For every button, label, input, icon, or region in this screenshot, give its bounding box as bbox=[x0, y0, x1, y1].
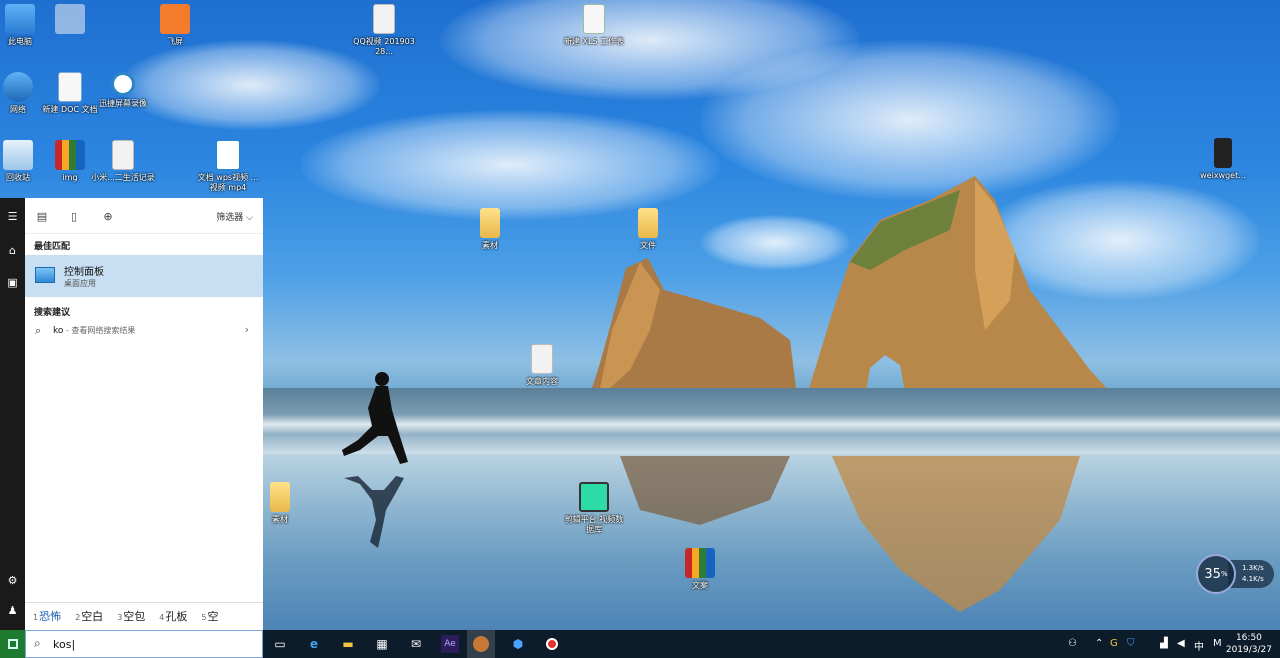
file-icon bbox=[373, 4, 395, 34]
cpu-usage-gauge: 35% bbox=[1196, 554, 1236, 594]
text-file-icon bbox=[112, 140, 134, 170]
network-icon bbox=[3, 72, 33, 102]
spreadsheet-file-icon bbox=[583, 4, 605, 34]
file-icon bbox=[1214, 138, 1232, 168]
desktop-icon-qq-video[interactable]: QQ视频 20190328... bbox=[352, 4, 416, 57]
web-search-suggestion[interactable]: ⌕ ko - 查看网络搜索结果 › bbox=[25, 320, 263, 342]
home-icon[interactable]: ⌂ bbox=[4, 242, 21, 259]
clock-date: 2019/3/27 bbox=[1225, 645, 1272, 655]
taskbar: ⌕ kos| ▭ e ▬ ▦ ✉ Ae ⬢ ⚇ ⌃ G ⛉ ▟ ◀ 中 M 16… bbox=[0, 630, 1280, 658]
taskbar-search-box[interactable]: ⌕ kos| bbox=[25, 630, 263, 658]
record-icon[interactable] bbox=[543, 635, 561, 653]
ime-candidate[interactable]: 1恐怖 bbox=[33, 608, 61, 624]
ime-candidate[interactable]: 4孔板 bbox=[159, 608, 187, 624]
desktop-icon-video-file[interactable]: 文档 wps视频 ...视频 mp4 bbox=[196, 140, 260, 193]
control-panel-icon bbox=[35, 267, 55, 283]
suggestions-heading: 搜索建议 bbox=[34, 308, 71, 318]
search-input-value[interactable]: kos| bbox=[53, 638, 75, 651]
search-results-panel: ▤ ▯ ⊕ 筛选器 ⌵ 最佳匹配 控制面板 桌面应用 搜索建议 ⌕ ko - 查… bbox=[25, 198, 263, 630]
desktop-icon-files[interactable]: 文件 bbox=[616, 208, 680, 251]
desktop-icon-copywriting[interactable]: 文案 bbox=[668, 548, 732, 591]
shield-tray-icon[interactable]: ⛉ bbox=[1127, 638, 1135, 649]
best-match-subtitle: 桌面应用 bbox=[64, 279, 96, 288]
windows-logo-icon bbox=[7, 639, 18, 649]
hamburger-menu-icon[interactable]: ☰ bbox=[4, 208, 21, 225]
app-icon bbox=[579, 482, 609, 512]
network-icon[interactable]: ▟ bbox=[1160, 638, 1168, 649]
ime-candidate[interactable]: 3空包 bbox=[117, 608, 145, 624]
tab-web-globe-icon[interactable]: ⊕ bbox=[101, 209, 115, 223]
desktop-icon-new-xls[interactable]: 新建 XLS 工作表 bbox=[562, 4, 626, 47]
shield-app-icon[interactable]: ⬢ bbox=[509, 635, 527, 653]
search-scope-tabs: ▤ ▯ ⊕ 筛选器 ⌵ bbox=[25, 198, 263, 234]
video-file-icon bbox=[216, 140, 240, 170]
download-speed: 4.1K/s bbox=[1242, 575, 1264, 583]
system-clock[interactable]: 16:50 2019/3/27 bbox=[1226, 632, 1272, 656]
runner-silhouette bbox=[342, 372, 408, 548]
mail-icon[interactable]: ✉ bbox=[407, 635, 425, 653]
desktop-icon-feiping[interactable]: 飞屏 bbox=[143, 4, 207, 47]
edge-browser-icon[interactable]: e bbox=[305, 635, 323, 653]
search-icon: ⌕ bbox=[35, 324, 42, 337]
best-match-title: 控制面板 bbox=[64, 267, 104, 278]
text-file-icon bbox=[531, 344, 553, 374]
store-icon[interactable]: ▦ bbox=[373, 635, 391, 653]
upload-speed: 1.3K/s bbox=[1242, 564, 1264, 572]
settings-gear-icon[interactable]: ⚙ bbox=[4, 572, 21, 589]
ime-language-indicator[interactable]: 中 bbox=[1194, 638, 1204, 653]
app-icon bbox=[55, 4, 85, 34]
desktop-icon-blurred[interactable] bbox=[38, 4, 102, 37]
active-app-icon[interactable] bbox=[467, 630, 495, 658]
ime-candidate[interactable]: 5空 bbox=[201, 608, 218, 624]
after-effects-icon[interactable]: Ae bbox=[441, 635, 459, 653]
desktop-icon-article[interactable]: 文章内容 bbox=[510, 344, 574, 387]
best-match-control-panel[interactable]: 控制面板 桌面应用 bbox=[25, 255, 263, 297]
ime-candidate-bar: 1恐怖 2空白 3空包 4孔板 5空 bbox=[25, 602, 263, 628]
performance-widget[interactable]: 1.3K/s 4.1K/s 35% bbox=[1196, 554, 1276, 594]
start-menu-side-strip: ☰ ⌂ ▣ ⚙ ♟ bbox=[0, 198, 25, 630]
people-icon[interactable]: ⚇ bbox=[1068, 638, 1077, 649]
desktop-icon-text-file[interactable]: 小米...二生活记录 bbox=[91, 140, 155, 183]
start-button[interactable] bbox=[0, 630, 25, 658]
folder-icon bbox=[480, 208, 500, 238]
archive-icon bbox=[55, 140, 85, 170]
chevron-up-icon[interactable]: ⌃ bbox=[1095, 638, 1103, 649]
tab-documents-icon[interactable]: ▯ bbox=[67, 209, 81, 223]
file-explorer-icon[interactable]: ▬ bbox=[339, 635, 357, 653]
word-document-icon bbox=[58, 72, 82, 102]
screen-recorder-icon bbox=[111, 72, 135, 96]
folder-icon bbox=[638, 208, 658, 238]
desktop-icon-weixwget[interactable]: weixwget... bbox=[1191, 138, 1255, 181]
desktop-icon-edit-platform[interactable]: 剪辑平台 视频数据库 bbox=[562, 482, 626, 535]
cpu-percent: 35 bbox=[1204, 566, 1221, 582]
chevron-right-icon[interactable]: › bbox=[245, 323, 249, 336]
browser-tray-icon[interactable]: G bbox=[1110, 638, 1118, 649]
recycle-bin-icon bbox=[3, 140, 33, 170]
notebook-icon[interactable]: ▣ bbox=[4, 274, 21, 291]
desktop-icon-screen-recorder[interactable]: 迅捷屏幕录像 bbox=[91, 72, 155, 109]
ime-mode-indicator[interactable]: M bbox=[1213, 638, 1222, 649]
filter-dropdown[interactable]: 筛选器 ⌵ bbox=[216, 210, 253, 223]
archive-icon bbox=[685, 548, 715, 578]
chevron-down-icon: ⌵ bbox=[246, 213, 253, 223]
filter-label: 筛选器 bbox=[216, 213, 244, 223]
volume-icon[interactable]: ◀ bbox=[1177, 638, 1185, 649]
suggestion-hint: - 查看网络搜索结果 bbox=[63, 326, 136, 335]
feiping-app-icon bbox=[160, 4, 190, 34]
search-icon: ⌕ bbox=[34, 636, 41, 650]
best-match-heading: 最佳匹配 bbox=[34, 242, 71, 252]
folder-icon bbox=[270, 482, 290, 512]
ime-candidate[interactable]: 2空白 bbox=[75, 608, 103, 624]
clock-time: 16:50 bbox=[1235, 633, 1262, 643]
computer-icon bbox=[5, 4, 35, 34]
cpu-percent-unit: % bbox=[1220, 570, 1228, 578]
desktop-icon-material-1[interactable]: 素材 bbox=[458, 208, 522, 251]
tab-apps-icon[interactable]: ▤ bbox=[35, 209, 49, 223]
feedback-icon[interactable]: ♟ bbox=[4, 602, 21, 619]
suggestion-query: ko bbox=[53, 326, 64, 336]
task-view-icon[interactable]: ▭ bbox=[271, 635, 289, 653]
